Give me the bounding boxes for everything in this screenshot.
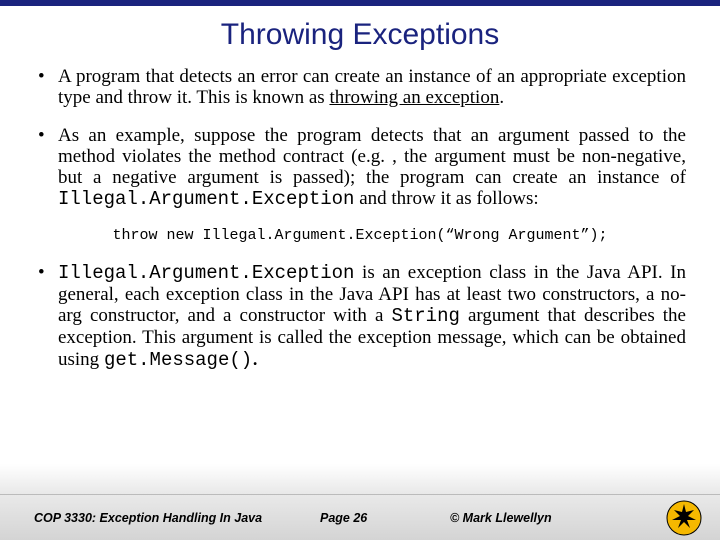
footer-author: © Mark Llewellyn — [450, 511, 620, 525]
footer-course: COP 3330: Exception Handling In Java — [0, 511, 320, 525]
bullet-1: A program that detects an error can crea… — [34, 66, 686, 109]
bullet-2-text-pre: As an example, suppose the program detec… — [58, 125, 686, 189]
bullet-list-2: Illegal.Argument.Exception is an excepti… — [24, 262, 696, 371]
bullet-3-code2: String — [391, 305, 459, 327]
fade-gradient — [0, 464, 720, 494]
bullet-1-text-post: . — [499, 87, 504, 108]
bullet-2-text-post: and throw it as follows: — [354, 188, 538, 209]
footer-page: Page 26 — [320, 511, 450, 525]
bullet-1-underlined: throwing an exception — [329, 87, 499, 108]
bullet-3-post: . — [252, 345, 258, 371]
footer-bar: COP 3330: Exception Handling In Java Pag… — [0, 494, 720, 540]
bullet-list: A program that detects an error can crea… — [24, 66, 696, 211]
bullet-3: Illegal.Argument.Exception is an excepti… — [34, 262, 686, 371]
ucf-logo-icon — [666, 500, 702, 536]
bullet-3-code3: get.Message() — [104, 349, 252, 371]
slide-title: Throwing Exceptions — [24, 18, 696, 52]
bullet-2-code: Illegal.Argument.Exception — [58, 188, 354, 210]
bullet-3-code1: Illegal.Argument.Exception — [58, 262, 354, 284]
code-sample: throw new Illegal.Argument.Exception(“Wr… — [24, 227, 696, 244]
slide: Throwing Exceptions A program that detec… — [0, 0, 720, 540]
bullet-2: As an example, suppose the program detec… — [34, 125, 686, 211]
